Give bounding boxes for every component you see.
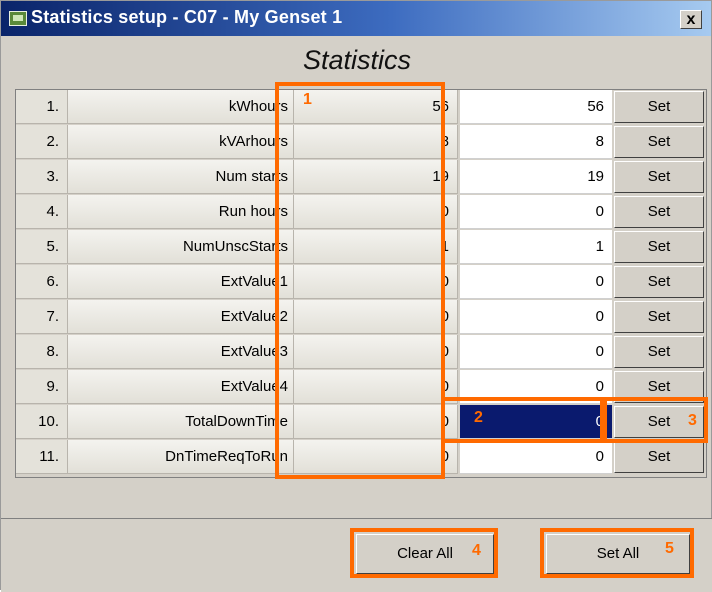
table-row: 10. TotalDownTime 0 0 Set [16, 405, 708, 440]
set-button[interactable]: Set [614, 301, 704, 333]
set-button[interactable]: Set [614, 126, 704, 158]
new-value-input[interactable]: 19 [460, 160, 612, 194]
table-row: 8. ExtValue3 0 0 Set [16, 335, 708, 370]
table-row: 5. NumUnscStarts 1 1 Set [16, 230, 708, 265]
statistic-name: ExtValue3 [68, 335, 294, 369]
statistic-name: Num starts [68, 160, 294, 194]
new-value-input[interactable]: 1 [460, 230, 612, 264]
new-value-input[interactable]: 0 [460, 195, 612, 229]
new-value-input[interactable]: 0 [460, 300, 612, 334]
statistic-name: ExtValue1 [68, 265, 294, 299]
statistic-name: TotalDownTime [68, 405, 294, 439]
annotation-marker-2: 2 [474, 409, 483, 426]
page-title: Statistics [302, 45, 412, 75]
row-number: 6. [16, 265, 68, 299]
annotation-marker-4: 4 [472, 542, 481, 559]
window-title: Statistics setup - C07 - My Genset 1 [31, 7, 343, 27]
current-value: 1 [294, 230, 458, 264]
set-button[interactable]: Set [614, 91, 704, 123]
row-number: 2. [16, 125, 68, 159]
statistics-setup-window: Statistics setup - C07 - My Genset 1 x S… [0, 0, 712, 592]
row-number: 4. [16, 195, 68, 229]
annotation-marker-5: 5 [665, 540, 674, 557]
statistic-name: NumUnscStarts [68, 230, 294, 264]
new-value-input[interactable]: 0 [460, 335, 612, 369]
table-row: 7. ExtValue2 0 0 Set [16, 300, 708, 335]
current-value: 0 [294, 195, 458, 229]
app-icon [9, 11, 27, 26]
row-number: 7. [16, 300, 68, 334]
statistics-table: 1. kWhours 56 56 Set 2. kVArhours 8 8 Set 3. Num st… [15, 89, 707, 478]
table-row: 6. ExtValue1 0 0 Set [16, 265, 708, 300]
statistic-name: ExtValue2 [68, 300, 294, 334]
row-number: 8. [16, 335, 68, 369]
statistic-name: kWhours [68, 90, 294, 124]
row-number: 1. [16, 90, 68, 124]
set-button[interactable]: Set [614, 336, 704, 368]
current-value: 0 [294, 265, 458, 299]
current-value: 0 [294, 440, 458, 474]
row-number: 3. [16, 160, 68, 194]
row-number: 10. [16, 405, 68, 439]
new-value-input[interactable]: 8 [460, 125, 612, 159]
current-value: 0 [294, 300, 458, 334]
table-row: 11. DnTimeReqToRun 0 0 Set [16, 440, 708, 475]
table-row: 9. ExtValue4 0 0 Set [16, 370, 708, 405]
new-value-input[interactable]: 0 [460, 370, 612, 404]
statistic-name: Run hours [68, 195, 294, 229]
row-number: 11. [16, 440, 68, 474]
bottom-panel: Clear All Set All [1, 518, 712, 592]
set-button[interactable]: Set [614, 196, 704, 228]
current-value: 0 [294, 370, 458, 404]
annotation-marker-1: 1 [303, 91, 312, 108]
set-button[interactable]: Set [614, 231, 704, 263]
current-value: 0 [294, 335, 458, 369]
table-row: 1. kWhours 56 56 Set [16, 90, 708, 125]
set-button[interactable]: Set [614, 371, 704, 403]
row-number: 9. [16, 370, 68, 404]
current-value: 8 [294, 125, 458, 159]
close-button[interactable]: x [680, 10, 702, 29]
new-value-input[interactable]: 0 [460, 440, 612, 474]
new-value-input[interactable]: 56 [460, 90, 612, 124]
statistic-name: kVArhours [68, 125, 294, 159]
set-button[interactable]: Set [614, 441, 704, 473]
new-value-input[interactable]: 0 [460, 265, 612, 299]
set-button[interactable]: Set [614, 266, 704, 298]
title-bar[interactable]: Statistics setup - C07 - My Genset 1 x [1, 1, 711, 36]
set-button[interactable]: Set [614, 161, 704, 193]
table-row: 4. Run hours 0 0 Set [16, 195, 708, 230]
current-value: 56 [294, 90, 458, 124]
annotation-marker-3: 3 [688, 412, 697, 429]
current-value: 19 [294, 160, 458, 194]
statistic-name: DnTimeReqToRun [68, 440, 294, 474]
row-number: 5. [16, 230, 68, 264]
table-row: 2. kVArhours 8 8 Set [16, 125, 708, 160]
table-row: 3. Num starts 19 19 Set [16, 160, 708, 195]
current-value: 0 [294, 405, 458, 439]
statistic-name: ExtValue4 [68, 370, 294, 404]
